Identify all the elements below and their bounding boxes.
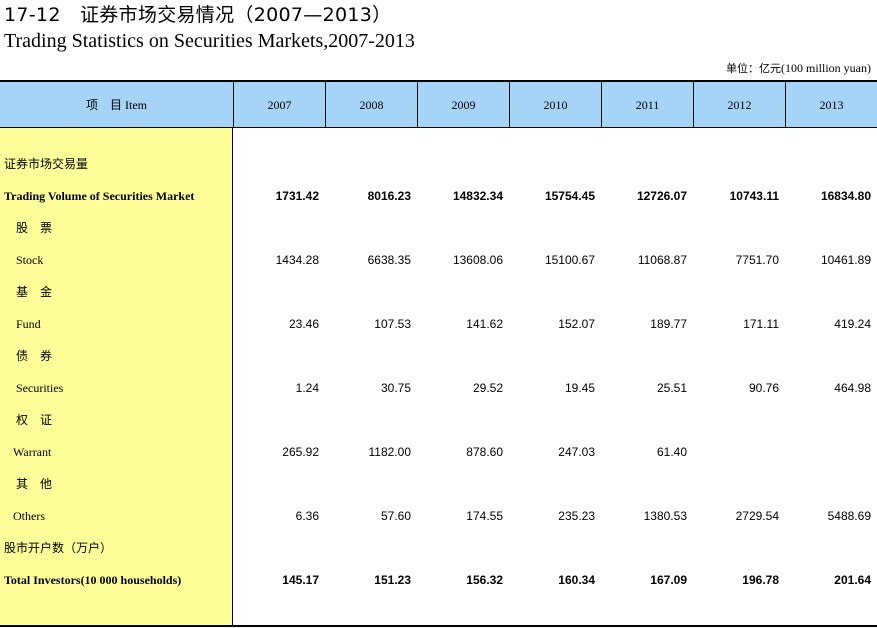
row-label: 基 金	[16, 285, 53, 299]
table-row: Warrant 265.92 1182.00 878.60 247.03 61.40	[0, 436, 877, 468]
header-year: 2010	[509, 82, 601, 128]
row-label: Securities	[16, 381, 64, 395]
cell-value: 2729.54	[735, 509, 779, 523]
header-year: 2011	[601, 82, 693, 128]
row-label: Stock	[16, 253, 44, 267]
header-year: 2008	[325, 82, 417, 128]
cell-value: 1380.53	[643, 509, 687, 523]
table-row: 权 证	[0, 404, 877, 436]
cell-value: 141.62	[466, 317, 503, 331]
header-year: 2012	[693, 82, 785, 128]
row-label: Others	[13, 509, 45, 523]
cell-value: 15100.67	[544, 253, 595, 267]
row-label: Fund	[16, 317, 41, 331]
cell-value: 1182.00	[368, 445, 412, 459]
table-row: Others 6.36 57.60 174.55 235.23 1380.53 2729.5…	[0, 500, 877, 532]
cell-value: 57.60	[380, 509, 411, 523]
header-year: 2007	[233, 82, 325, 128]
table-header: 项 目 Item 2007 2008 2009 2010 2011 2012 2013	[0, 80, 877, 128]
cell-value: 107.53	[374, 317, 411, 331]
cell-value: 151.23	[374, 573, 411, 587]
page-title-en: Trading Statistics on Securities Markets…	[4, 30, 415, 52]
cell-value: 16834.80	[820, 189, 871, 203]
cell-value: 61.40	[656, 445, 687, 459]
cell-value: 171.11	[743, 317, 779, 331]
row-label: Total Investors(10 000 households)	[4, 573, 182, 587]
cell-value: 15754.45	[544, 189, 595, 203]
cell-value: 152.07	[558, 317, 595, 331]
table-bottom-rule	[0, 625, 877, 627]
row-label: 权 证	[16, 413, 53, 427]
cell-value: 29.52	[472, 381, 503, 395]
row-label: Trading Volume of Securities Market	[4, 189, 195, 203]
cell-value: 10743.11	[729, 189, 779, 203]
cell-value: 7751.70	[735, 253, 779, 267]
table-row: 基 金	[0, 276, 877, 308]
cell-value: 6638.35	[367, 253, 411, 267]
unit-note: 单位：亿元(100 million yuan)	[726, 61, 871, 76]
cell-value: 13608.06	[452, 253, 503, 267]
cell-value: 1434.28	[275, 253, 319, 267]
cell-value: 174.55	[466, 509, 503, 523]
table-row: Total Investors(10 000 households) 145.17…	[0, 564, 877, 596]
cell-value: 90.76	[748, 381, 779, 395]
table-row: 股市开户数（万户）	[0, 532, 877, 564]
table-row: 其 他	[0, 468, 877, 500]
row-label: 股市开户数（万户）	[4, 541, 113, 555]
row-label: 债 券	[16, 349, 53, 363]
cell-value: 23.46	[288, 317, 319, 331]
cell-value: 235.23	[558, 509, 595, 523]
table-row: Stock 1434.28 6638.35 13608.06 15100.67 11068…	[0, 244, 877, 276]
cell-value: 30.75	[380, 381, 411, 395]
table-row: 证券市场交易量	[0, 148, 877, 180]
cell-value: 10461.89	[820, 253, 871, 267]
cell-value: 25.51	[656, 381, 687, 395]
cell-value: 201.64	[834, 573, 871, 587]
statistics-table: 项 目 Item 2007 2008 2009 2010 2011 2012 2013 证券…	[0, 80, 877, 627]
cell-value: 6.36	[295, 509, 319, 523]
table-row: 债 券	[0, 340, 877, 372]
table-row: Fund 23.46 107.53 141.62 152.07 189.77 171.11 4…	[0, 308, 877, 340]
unit-note-en: (100 million yuan)	[781, 61, 871, 75]
cell-value: 11068.87	[637, 253, 687, 267]
header-item-en: Item	[125, 98, 147, 112]
cell-value: 19.45	[564, 381, 595, 395]
cell-value: 1.24	[295, 381, 319, 395]
table-row: Trading Volume of Securities Market 1731.…	[0, 180, 877, 212]
cell-value: 265.92	[282, 445, 319, 459]
cell-value: 1731.42	[275, 189, 319, 203]
header-year: 2009	[417, 82, 509, 128]
cell-value: 189.77	[650, 317, 687, 331]
row-label: 其 他	[16, 477, 53, 491]
cell-value: 247.03	[558, 445, 595, 459]
table-row: Securities 1.24 30.75 29.52 19.45 25.51 90.76 4…	[0, 372, 877, 404]
unit-note-cn: 单位：亿元	[726, 62, 781, 75]
cell-value	[783, 436, 871, 468]
header-year: 2013	[785, 82, 877, 128]
cell-value: 196.78	[742, 573, 779, 587]
cell-value: 145.17	[282, 573, 319, 587]
cell-value	[691, 436, 779, 468]
cell-value: 14832.34	[452, 189, 503, 203]
row-label: 股 票	[16, 221, 53, 235]
cell-value: 5488.69	[827, 509, 871, 523]
header-item-cn: 项 目	[85, 98, 122, 112]
cell-value: 160.34	[558, 573, 595, 587]
cell-value: 167.09	[650, 573, 687, 587]
row-label: Warrant	[13, 445, 52, 459]
cell-value: 8016.23	[367, 189, 411, 203]
cell-value: 464.98	[834, 381, 871, 395]
page-title-cn: 17-12 证券市场交易情况（2007—2013）	[4, 4, 392, 26]
cell-value: 419.24	[834, 317, 871, 331]
cell-value: 156.32	[466, 573, 503, 587]
cell-value: 878.60	[466, 445, 503, 459]
header-item: 项 目 Item	[0, 82, 233, 128]
cell-value: 12726.07	[636, 189, 687, 203]
table-row: 股 票	[0, 212, 877, 244]
row-label: 证券市场交易量	[4, 157, 89, 171]
